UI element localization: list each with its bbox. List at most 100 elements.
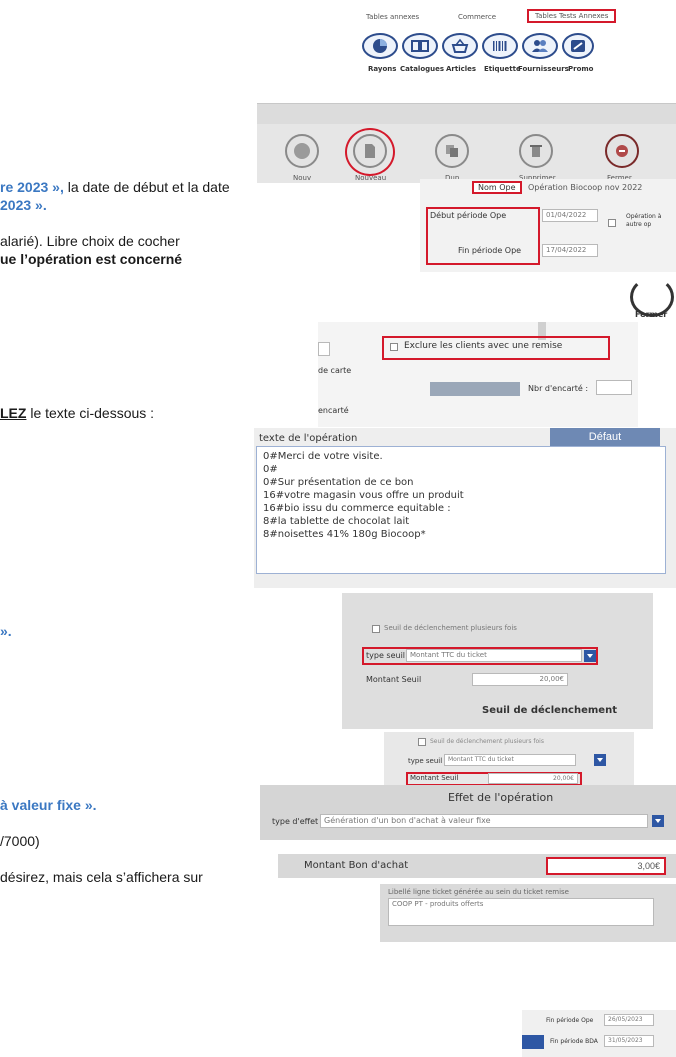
- new-icon: [294, 143, 310, 159]
- texte-operation-title: texte de l'opération: [259, 433, 358, 444]
- type-effet-dropdown-icon[interactable]: [652, 815, 664, 827]
- carte-label: de carte: [318, 366, 352, 375]
- seuil-plusieurs-checkbox-2[interactable]: [418, 738, 426, 746]
- defaut-button-label: Défaut: [588, 431, 622, 443]
- people-icon: [532, 40, 548, 52]
- catalogues-label: Catalogues: [400, 65, 445, 73]
- texte-line: 8#noisettes 41% 180g Biocoop*: [263, 529, 426, 540]
- pie-chart-icon: [373, 39, 387, 53]
- exclude-panel: Exclure les clients avec une remise de c…: [318, 322, 638, 427]
- fin-periode-input[interactable]: 17/04/2022: [542, 244, 598, 257]
- texte-line: 8#la tablette de chocolat lait: [263, 516, 410, 527]
- nouveau-label: Nouveau: [355, 174, 387, 182]
- montant-bon-input[interactable]: 3,00€: [546, 857, 666, 875]
- montant-bon-label: Montant Bon d'achat: [304, 860, 409, 871]
- etiquette-label: Etiquette: [484, 65, 521, 73]
- type-seuil-select[interactable]: Montant TTC du ticket: [406, 649, 582, 662]
- seuil-footer: Seuil de déclenchement: [482, 705, 617, 716]
- effet-panel: Effet de l'opération type d'effet Généra…: [260, 785, 676, 840]
- libelle-value: COOP PT - produits offerts: [392, 900, 484, 908]
- duplicate-button[interactable]: [435, 134, 469, 168]
- type-seuil-label-2: type seuil: [408, 757, 443, 765]
- doc-line-1: re 2023 », la date de début et la date: [0, 179, 230, 195]
- debut-periode-label: Début période Ope: [430, 211, 507, 220]
- libelle-panel: Libellé ligne ticket générée au sein du …: [380, 884, 676, 942]
- nbr-encarte-label: Nbr d'encarté :: [528, 384, 589, 393]
- texte-operation-panel: texte de l'opération Défaut 0#Merci de v…: [254, 428, 676, 588]
- basket-icon: [451, 38, 469, 53]
- tab-commerce[interactable]: Commerce: [458, 13, 496, 21]
- autre-op-checkbox[interactable]: [608, 219, 616, 227]
- nbr-encarte-input[interactable]: [596, 380, 632, 395]
- montant-seuil-label: Montant Seuil: [366, 675, 422, 684]
- encarte-label: encarté: [318, 406, 349, 415]
- main-toolbar: Tables annexes Commerce Tables Tests Ann…: [354, 0, 676, 82]
- supprimer-button[interactable]: [519, 134, 553, 168]
- libelle-input[interactable]: COOP PT - produits offerts: [388, 898, 654, 926]
- promo-button[interactable]: [562, 33, 594, 59]
- exclude-label: Exclure les clients avec une remise: [404, 341, 563, 351]
- type-seuil-dropdown-icon[interactable]: [584, 650, 596, 662]
- fermer-partial-label: Fermer: [635, 310, 668, 319]
- texte-line: 16#bio issu du commerce equitable :: [263, 503, 451, 514]
- rayons-label: Rayons: [368, 65, 397, 73]
- type-seuil-select-2[interactable]: Montant TTC du ticket: [444, 754, 576, 766]
- doc-line-4: ue l’opération est concerné: [0, 251, 183, 267]
- doc-line-8: /7000): [0, 833, 40, 849]
- catalogues-button[interactable]: [402, 33, 438, 59]
- book-icon: [411, 40, 429, 52]
- texte-operation-textarea[interactable]: 0#Merci de votre visite. 0# 0#Sur présen…: [256, 446, 666, 574]
- tab-tables-tests-annexes[interactable]: Tables Tests Annexes: [527, 9, 617, 23]
- exclude-left-input[interactable]: [318, 342, 330, 356]
- fin-periode-label: Fin période Ope: [458, 246, 522, 255]
- seuil-panel-2: Seuil de déclenchement plusieurs fois ty…: [384, 732, 634, 792]
- seuil-plusieurs-label-2: Seuil de déclenchement plusieurs fois: [430, 738, 544, 745]
- articles-button[interactable]: [442, 33, 478, 59]
- nouveau-highlight: [345, 128, 395, 176]
- seuil-plusieurs-checkbox[interactable]: [372, 625, 380, 633]
- etiquette-button[interactable]: [482, 33, 518, 59]
- tab-tables-annexes[interactable]: Tables annexes: [366, 13, 419, 21]
- articles-label: Articles: [446, 65, 477, 73]
- operation-toolbar: Nouv Nouveau Dup Supprimer Fermer: [257, 103, 676, 183]
- rayons-button[interactable]: [362, 33, 398, 59]
- barcode-icon: [493, 41, 507, 51]
- montant-seuil-input[interactable]: 20,00€: [472, 673, 568, 686]
- type-effet-label: type d'effet: [272, 817, 319, 826]
- montant-seuil-input-2[interactable]: 20,00€: [488, 773, 578, 784]
- type-effet-select[interactable]: Génération d'un bon d'achat à valeur fix…: [320, 814, 648, 828]
- fournisseurs-button[interactable]: [522, 33, 558, 59]
- texte-line: 0#: [263, 464, 278, 475]
- fin-bda-indicator: [522, 1035, 544, 1049]
- doc-line-2: 2023 ».: [0, 197, 47, 213]
- nouv-button[interactable]: [285, 134, 319, 168]
- effet-title: Effet de l'opération: [448, 791, 554, 804]
- promo-icon: [571, 40, 585, 52]
- texte-line: 0#Merci de votre visite.: [263, 451, 383, 462]
- encarte-select[interactable]: [430, 382, 520, 396]
- nom-ope-label: Nom Ope: [472, 181, 522, 194]
- doc-line-5: LEZ le texte ci-dessous :: [0, 405, 155, 421]
- type-seuil-label: type seuil: [366, 651, 406, 660]
- fermer-button[interactable]: [605, 134, 639, 168]
- duplicate-icon: [446, 145, 458, 157]
- close-icon: [616, 145, 628, 157]
- seuil-panel: Seuil de déclenchement plusieurs fois ty…: [342, 593, 653, 729]
- period-panel: Nom Ope Opération Biocoop nov 2022 Début…: [420, 179, 676, 272]
- texte-line: 0#Sur présentation de ce bon: [263, 477, 414, 488]
- doc-line-6: ».: [0, 623, 12, 639]
- montant-seuil-label-2: Montant Seuil: [410, 774, 459, 782]
- exclude-checkbox[interactable]: [390, 343, 398, 351]
- debut-periode-input[interactable]: 01/04/2022: [542, 209, 598, 222]
- fin-periode-bda-input[interactable]: 31/05/2023: [604, 1035, 654, 1047]
- doc-line-9: désirez, mais cela s’affichera sur: [0, 869, 203, 885]
- fin-periode-bda-label: Fin période BDA: [550, 1038, 598, 1045]
- fin-periode-ope-label: Fin période Ope: [546, 1017, 594, 1024]
- fournisseurs-label: Fournisseurs: [518, 65, 569, 73]
- type-seuil-dropdown-icon-2[interactable]: [594, 754, 606, 766]
- fin-periode-ope-input[interactable]: 26/05/2023: [604, 1014, 654, 1026]
- seuil-plusieurs-label: Seuil de déclenchement plusieurs fois: [384, 624, 517, 632]
- bon-achat-panel: Montant Bon d'achat 3,00€: [278, 854, 676, 878]
- libelle-title: Libellé ligne ticket générée au sein du …: [388, 888, 569, 896]
- defaut-button[interactable]: Défaut: [550, 428, 660, 446]
